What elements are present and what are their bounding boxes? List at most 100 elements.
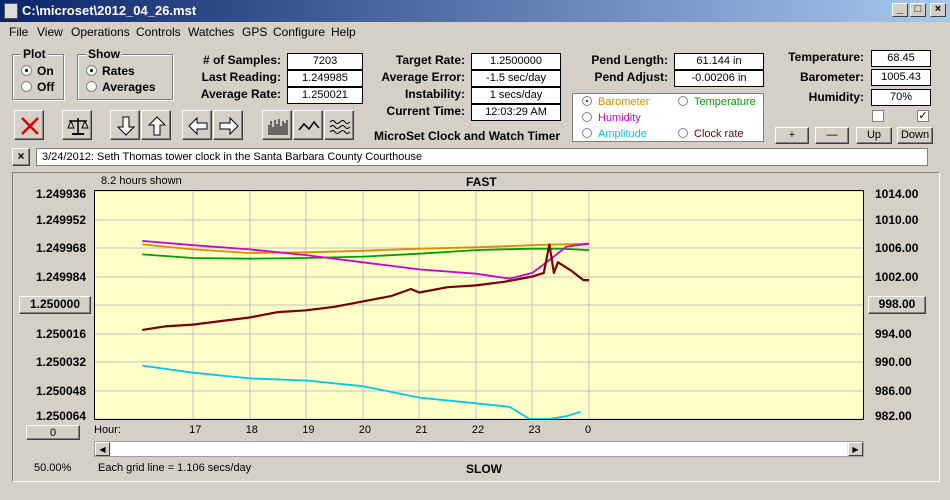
scale-minus-button[interactable]: — <box>815 127 849 144</box>
menu-operations[interactable]: Operations <box>71 25 130 39</box>
rate-chart <box>95 190 863 420</box>
offset-button[interactable]: 0 <box>26 425 80 440</box>
app-name: MicroSet Clock and Watch Timer <box>374 129 561 143</box>
red-x-icon <box>21 117 39 135</box>
scroll-right-icon[interactable]: ▶ <box>848 442 863 456</box>
right-axis-tick: 982.00 <box>875 409 912 423</box>
instability-label: Instability: <box>404 87 465 101</box>
menu-watches[interactable]: Watches <box>188 25 234 39</box>
x-axis-tick: 18 <box>245 424 258 436</box>
scale-up-button[interactable]: Up <box>856 127 892 144</box>
overlay-amplitude-option[interactable]: Amplitude <box>582 128 647 140</box>
x-axis-tick: 22 <box>471 424 485 436</box>
radio-icon <box>582 128 592 138</box>
overlay-temperature-option[interactable]: Temperature <box>678 96 756 108</box>
left-axis-tick: 1.250016 <box>35 326 86 341</box>
overlay-humidity-label: Humidity <box>598 112 641 124</box>
scroll-left-icon[interactable]: ◀ <box>95 442 110 456</box>
instability-field: 1 secs/day <box>471 87 561 104</box>
checkbox-1[interactable] <box>872 110 884 122</box>
scale-down-button[interactable]: Down <box>897 127 933 144</box>
time-scrollbar[interactable]: ◀ ▶ <box>94 441 864 457</box>
overlay-clockrate-option[interactable]: Clock rate <box>678 128 744 140</box>
temperature-label: Temperature: <box>788 50 864 64</box>
humidity-label: Humidity: <box>808 90 864 104</box>
close-window-button[interactable]: × <box>930 3 946 17</box>
overlay-barometer-label: Barometer <box>598 96 650 108</box>
note-close-button[interactable]: × <box>12 148 30 166</box>
arrow-up-button[interactable] <box>141 110 171 140</box>
show-rates-label: Rates <box>102 64 135 78</box>
show-rates-radio[interactable]: Rates <box>86 64 135 78</box>
last-reading-field: 1.249985 <box>287 70 363 87</box>
scale-plus-button[interactable]: + <box>775 127 809 144</box>
menu-gps[interactable]: GPS <box>242 25 267 39</box>
radio-icon <box>678 128 688 138</box>
menu-view[interactable]: View <box>37 25 63 39</box>
humidity-field: 70% <box>871 89 931 106</box>
left-axis-tick: 1.250048 <box>35 383 86 398</box>
radio-selected-icon <box>582 96 592 106</box>
fast-label: FAST <box>466 175 497 189</box>
scroll-thumb[interactable] <box>111 442 847 456</box>
overlay-temperature-label: Temperature <box>694 96 756 108</box>
arrow-right-button[interactable] <box>213 110 243 140</box>
balance-button[interactable] <box>62 110 92 140</box>
radio-icon <box>678 96 688 106</box>
line-graph-icon <box>298 120 320 131</box>
menu-file[interactable]: File <box>9 25 28 39</box>
radio-selected-icon <box>86 65 97 76</box>
right-axis-tick: 1002.00 <box>875 269 919 284</box>
wave-graph-icon <box>329 120 351 134</box>
average-rate-label: Average Rate: <box>200 87 281 101</box>
average-error-label: Average Error: <box>381 70 465 84</box>
target-rate-label: Target Rate: <box>395 53 465 67</box>
series-line-humidity <box>142 240 590 280</box>
arrow-left-icon <box>188 116 208 136</box>
overlay-humidity-option[interactable]: Humidity <box>582 112 641 124</box>
overlay-amplitude-label: Amplitude <box>598 128 647 140</box>
plot-on-radio[interactable]: On <box>21 64 54 78</box>
arrow-up-icon <box>147 116 167 136</box>
menu-configure[interactable]: Configure <box>273 25 325 39</box>
checkbox-2[interactable]: ✓ <box>917 110 929 122</box>
title-bar: C:\microset\2012_04_26.mst _ □ × <box>0 0 950 22</box>
barometer-field: 1005.43 <box>871 69 931 86</box>
wave-view-button[interactable] <box>324 110 354 140</box>
grid-note: Each grid line = 1.106 secs/day <box>98 462 252 474</box>
balance-scale-icon <box>67 118 89 135</box>
plot-area[interactable] <box>94 190 864 420</box>
center-barometer-button[interactable]: 998.00 <box>868 296 926 314</box>
menu-help[interactable]: Help <box>331 25 356 39</box>
show-group-title: Show <box>86 47 122 61</box>
current-time-field: 12:03:29 AM <box>471 104 561 121</box>
right-axis-tick: 1010.00 <box>875 212 919 227</box>
right-axis-tick: 994.00 <box>875 326 912 341</box>
note-field[interactable]: 3/24/2012: Seth Thomas tower clock in th… <box>36 148 928 166</box>
target-rate-field[interactable]: 1.2500000 <box>471 53 561 70</box>
arrow-left-button[interactable] <box>182 110 212 140</box>
center-rate-button[interactable]: 1.250000 <box>19 296 91 314</box>
show-averages-radio[interactable]: Averages <box>86 80 156 94</box>
line-view-button[interactable] <box>293 110 323 140</box>
zoom-level: 50.00% <box>34 462 72 474</box>
left-axis-tick: 1.249952 <box>35 212 86 227</box>
samples-field: 7203 <box>287 53 363 70</box>
plot-off-radio[interactable]: Off <box>21 80 54 94</box>
clear-button[interactable] <box>14 110 44 140</box>
bars-view-button[interactable] <box>262 110 292 140</box>
overlay-barometer-option[interactable]: Barometer <box>582 96 649 108</box>
menu-controls[interactable]: Controls <box>136 25 181 39</box>
pend-length-field[interactable]: 61.144 in <box>674 53 764 70</box>
right-axis-tick: 1014.00 <box>875 187 919 201</box>
show-averages-label: Averages <box>102 80 156 94</box>
left-axis-tick: 1.250032 <box>35 355 86 369</box>
app-icon <box>4 3 18 19</box>
plot-group-title: Plot <box>21 47 48 61</box>
maximize-button[interactable]: □ <box>910 3 926 17</box>
x-axis-tick: 17 <box>189 424 202 436</box>
plot-on-label: On <box>37 64 54 78</box>
x-axis-tick: 23 <box>528 424 541 436</box>
arrow-down-button[interactable] <box>110 110 140 140</box>
minimize-button[interactable]: _ <box>892 3 908 17</box>
